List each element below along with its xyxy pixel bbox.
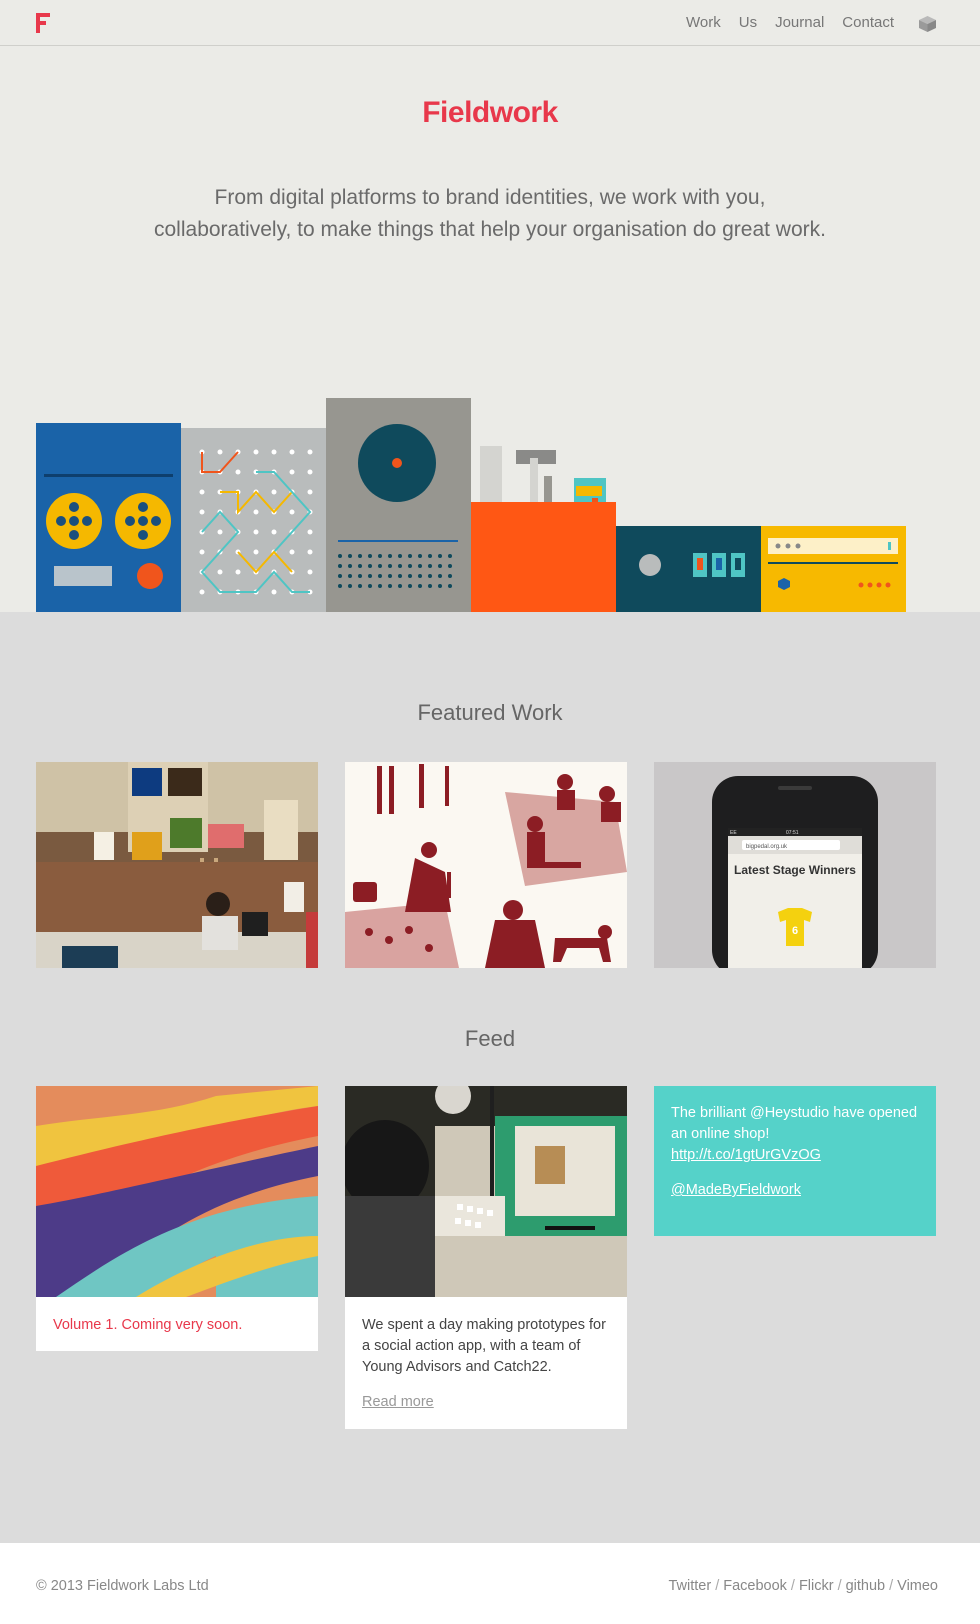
volume-caption: Volume 1. Coming very soon.: [53, 1317, 243, 1333]
intro-text: From digital platforms to brand identiti…: [154, 186, 826, 241]
featured-work-illustration[interactable]: [345, 762, 627, 968]
phone-app-icon: bigpedal.org.uk EE 07:51 Latest Stage Wi…: [654, 762, 936, 968]
nav-link-contact[interactable]: Contact: [842, 14, 894, 31]
tweet-card: The brilliant @Heystudio have opened an …: [654, 1086, 936, 1236]
phone-screen-title: Latest Stage Winners: [734, 863, 856, 877]
feed-title: Feed: [464, 1026, 516, 1051]
nav-link-journal[interactable]: Journal: [775, 14, 824, 31]
featured-work-title: Featured Work: [417, 700, 563, 725]
separator: /: [889, 1578, 894, 1594]
copyright: © 2013 Fieldwork Labs Ltd: [36, 1578, 209, 1594]
social-link-twitter[interactable]: Twitter: [668, 1578, 711, 1594]
top-nav: Work Us Journal Contact: [0, 0, 980, 46]
hero: Fieldwork From digital platforms to bran…: [0, 46, 980, 612]
featured-work-office[interactable]: [36, 762, 318, 968]
social-links: Twitter / Facebook / Flickr / github / Vimeo: [668, 1578, 938, 1594]
separator: /: [837, 1578, 842, 1594]
nav-link-work[interactable]: Work: [686, 14, 721, 31]
nav-links: Work Us Journal Contact: [686, 14, 894, 31]
workshop-photo-icon: [345, 1086, 627, 1297]
separator: /: [715, 1578, 720, 1594]
phone-time: 07:51: [786, 830, 799, 836]
hero-illustration: [36, 398, 906, 612]
social-link-flickr[interactable]: Flickr: [799, 1578, 834, 1594]
tweet-handle-link[interactable]: @MadeByFieldwork: [671, 1180, 801, 1201]
feed-card-volume-image[interactable]: [36, 1086, 318, 1297]
social-link-github[interactable]: github: [846, 1578, 886, 1594]
cube-icon[interactable]: [919, 16, 936, 32]
fieldwork-logo-icon[interactable]: [36, 13, 50, 33]
featured-work-app[interactable]: bigpedal.org.uk EE 07:51 Latest Stage Wi…: [654, 762, 936, 968]
feed-card-prototypes-image[interactable]: [345, 1086, 627, 1297]
jersey-number: 6: [792, 925, 798, 937]
social-link-facebook[interactable]: Facebook: [723, 1578, 787, 1594]
office-photo-icon: [36, 762, 318, 968]
feed-card-volume-text[interactable]: Volume 1. Coming very soon.: [36, 1297, 318, 1351]
read-more-link[interactable]: Read more: [362, 1392, 434, 1413]
separator: /: [790, 1578, 795, 1594]
tweet-link[interactable]: http://t.co/1gtUrGVzOG: [671, 1145, 821, 1166]
brand-title: Fieldwork: [422, 96, 558, 129]
tweet-text: The brilliant @Heystudio have opened an …: [671, 1105, 918, 1142]
prototypes-description: We spent a day making prototypes for a s…: [362, 1317, 606, 1375]
phone-url: bigpedal.org.uk: [746, 844, 788, 850]
people-illustration-icon: [345, 762, 627, 968]
phone-carrier: EE: [730, 830, 737, 836]
social-link-vimeo[interactable]: Vimeo: [897, 1578, 938, 1594]
colorful-stripes-icon: [36, 1086, 318, 1297]
feed-card-prototypes-text: We spent a day making prototypes for a s…: [345, 1297, 627, 1429]
footer: © 2013 Fieldwork Labs Ltd Twitter / Facebo…: [0, 1543, 980, 1624]
nav-link-us[interactable]: Us: [739, 14, 757, 31]
